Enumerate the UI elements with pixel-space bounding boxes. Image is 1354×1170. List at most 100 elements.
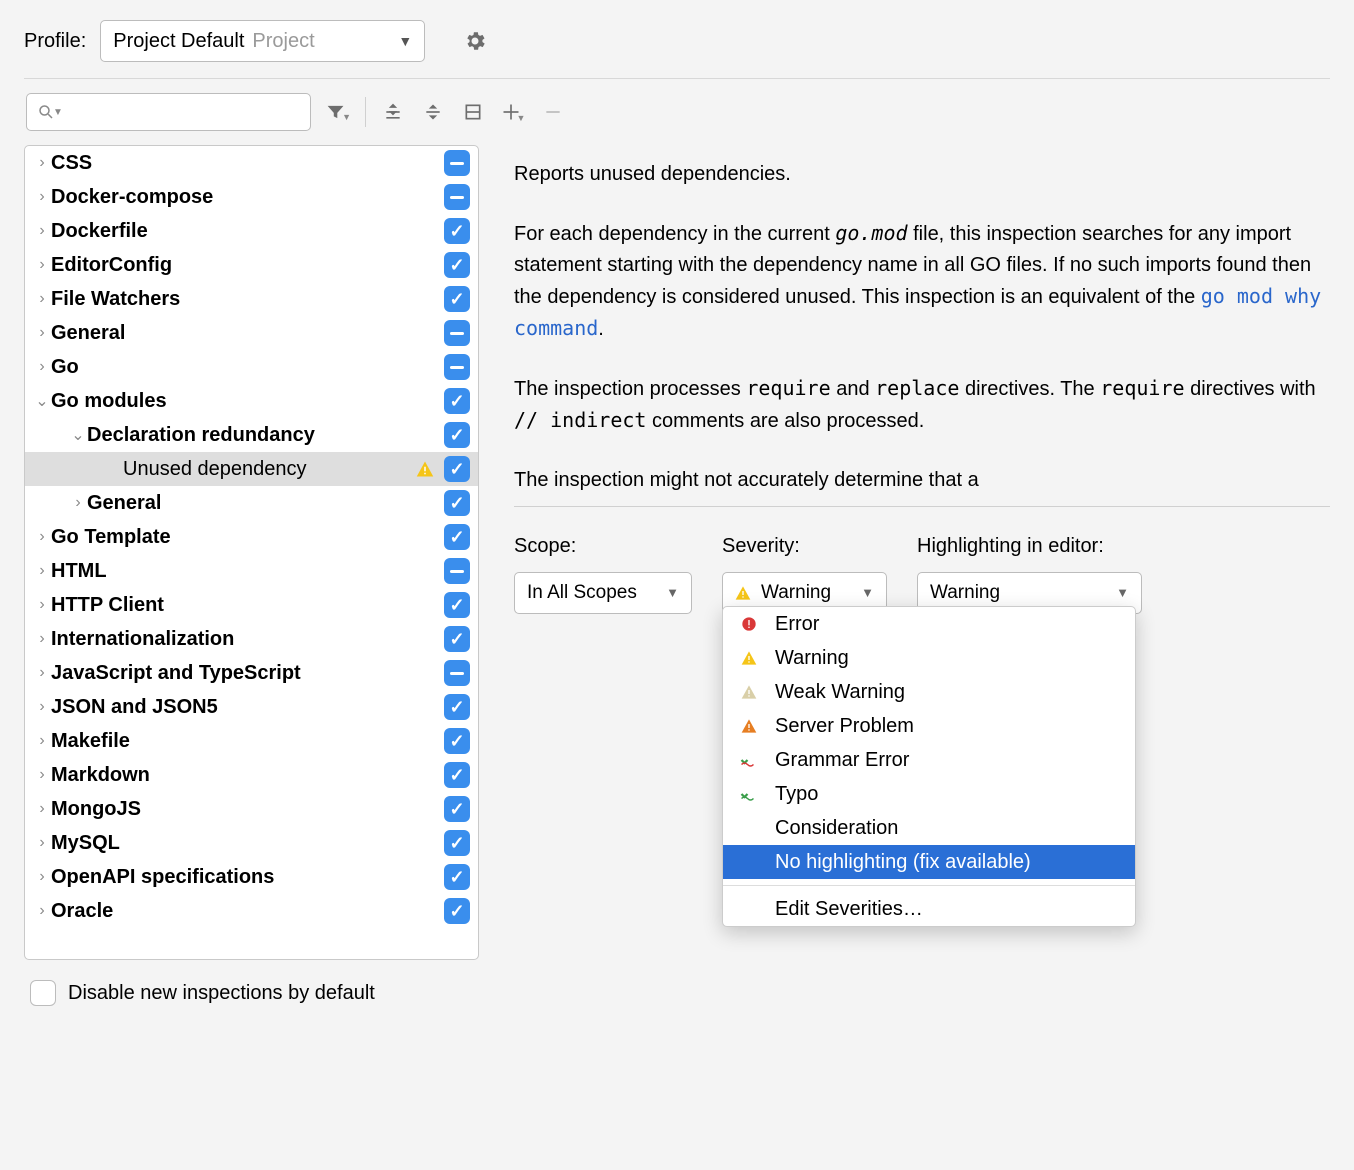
inspection-checkbox[interactable] <box>444 286 470 312</box>
expand-all-button[interactable] <box>380 99 406 125</box>
settings-gear-button[interactable] <box>457 23 493 59</box>
warning-icon <box>416 460 434 478</box>
chevron-right-icon: › <box>33 766 51 784</box>
inspection-checkbox[interactable] <box>444 558 470 584</box>
severity-option[interactable]: Warning <box>723 641 1135 675</box>
chevron-right-icon: › <box>33 630 51 648</box>
tree-item-label: Docker-compose <box>51 186 444 209</box>
tree-group[interactable]: ›OpenAPI specifications <box>25 860 478 894</box>
chevron-right-icon: › <box>33 732 51 750</box>
profile-scope: Project <box>252 30 398 53</box>
tree-group[interactable]: ›File Watchers <box>25 282 478 316</box>
warning-icon <box>735 585 751 601</box>
inspection-checkbox[interactable] <box>444 762 470 788</box>
profile-dropdown[interactable]: Project Default Project ▼ <box>100 20 425 62</box>
severity-option[interactable]: Grammar Error <box>723 743 1135 777</box>
search-input[interactable]: ▼ <box>26 93 311 131</box>
inspection-checkbox[interactable] <box>444 796 470 822</box>
chevron-right-icon: › <box>33 562 51 580</box>
tree-item-label: General <box>51 322 444 345</box>
tree-group[interactable]: ⌄Declaration redundancy <box>25 418 478 452</box>
tree-item-label: Declaration redundancy <box>87 424 444 447</box>
severity-option[interactable]: Server Problem <box>723 709 1135 743</box>
option-label: Consideration <box>775 813 898 844</box>
severity-option[interactable]: Consideration <box>723 811 1135 845</box>
remove-button[interactable] <box>540 99 566 125</box>
tree-group[interactable]: ›General <box>25 316 478 350</box>
chevron-right-icon: › <box>33 324 51 342</box>
tree-group[interactable]: ›Go Template <box>25 520 478 554</box>
inspection-checkbox[interactable] <box>444 830 470 856</box>
inspection-checkbox[interactable] <box>444 184 470 210</box>
tree-group[interactable]: ›HTML <box>25 554 478 588</box>
chevron-right-icon: › <box>33 868 51 886</box>
add-button[interactable]: ▼ <box>500 99 526 125</box>
tree-item-label: HTML <box>51 560 444 583</box>
inspection-checkbox[interactable] <box>444 728 470 754</box>
chevron-right-icon: › <box>33 834 51 852</box>
error-icon <box>739 616 759 632</box>
disable-new-checkbox[interactable] <box>30 980 56 1006</box>
inspection-description: Reports unused dependencies. For each de… <box>514 159 1330 496</box>
tree-item-label: File Watchers <box>51 288 444 311</box>
tree-group[interactable]: ›JavaScript and TypeScript <box>25 656 478 690</box>
inspection-checkbox[interactable] <box>444 252 470 278</box>
scope-dropdown[interactable]: In All Scopes ▼ <box>514 572 692 614</box>
inspection-checkbox[interactable] <box>444 218 470 244</box>
severity-option[interactable]: Weak Warning <box>723 675 1135 709</box>
tree-group[interactable]: ›JSON and JSON5 <box>25 690 478 724</box>
tree-group[interactable]: ›EditorConfig <box>25 248 478 282</box>
tree-group[interactable]: ›Markdown <box>25 758 478 792</box>
chevron-right-icon: › <box>33 596 51 614</box>
inspection-checkbox[interactable] <box>444 898 470 924</box>
severity-label: Severity: <box>722 531 887 562</box>
inspection-checkbox[interactable] <box>444 660 470 686</box>
tree-leaf[interactable]: Unused dependency <box>25 452 478 486</box>
inspection-checkbox[interactable] <box>444 864 470 890</box>
chevron-right-icon: › <box>33 256 51 274</box>
inspection-checkbox[interactable] <box>444 456 470 482</box>
severity-option[interactable]: Typo <box>723 777 1135 811</box>
reset-button[interactable] <box>460 99 486 125</box>
severity-option[interactable]: No highlighting (fix available) <box>723 845 1135 879</box>
inspection-checkbox[interactable] <box>444 524 470 550</box>
tree-group[interactable]: ›Dockerfile <box>25 214 478 248</box>
tree-item-label: Go Template <box>51 526 444 549</box>
inspection-checkbox[interactable] <box>444 354 470 380</box>
inspection-checkbox[interactable] <box>444 592 470 618</box>
tree-item-label: Internationalization <box>51 628 444 651</box>
tree-group[interactable]: ›Oracle <box>25 894 478 928</box>
inspection-checkbox[interactable] <box>444 320 470 346</box>
tree-group[interactable]: ›HTTP Client <box>25 588 478 622</box>
tree-group[interactable]: ⌄Go modules <box>25 384 478 418</box>
inspection-checkbox[interactable] <box>444 694 470 720</box>
chevron-right-icon: › <box>33 698 51 716</box>
inspection-checkbox[interactable] <box>444 626 470 652</box>
search-dropdown-icon[interactable]: ▼ <box>53 107 63 118</box>
tree-item-label: Makefile <box>51 730 444 753</box>
severity-option[interactable]: Error <box>723 607 1135 641</box>
gear-icon <box>463 29 487 53</box>
collapse-all-button[interactable] <box>420 99 446 125</box>
highlight-label: Highlighting in editor: <box>917 531 1142 562</box>
tree-group[interactable]: ›Docker-compose <box>25 180 478 214</box>
option-label: Edit Severities… <box>775 894 923 925</box>
severity-menu[interactable]: ErrorWarningWeak WarningServer ProblemGr… <box>722 606 1136 927</box>
tree-group[interactable]: ›MySQL <box>25 826 478 860</box>
tree-group[interactable]: ›MongoJS <box>25 792 478 826</box>
chevron-down-icon: ▼ <box>398 33 412 49</box>
tree-group[interactable]: ›Internationalization <box>25 622 478 656</box>
tree-group[interactable]: ›CSS <box>25 146 478 180</box>
edit-severities-option[interactable]: Edit Severities… <box>723 892 1135 926</box>
option-label: Typo <box>775 779 818 810</box>
inspection-tree[interactable]: ›CSS›Docker-compose›Dockerfile›EditorCon… <box>24 145 479 960</box>
tree-group[interactable]: ›Go <box>25 350 478 384</box>
tree-group[interactable]: ›General <box>25 486 478 520</box>
inspection-checkbox[interactable] <box>444 150 470 176</box>
inspection-checkbox[interactable] <box>444 422 470 448</box>
tree-group[interactable]: ›Makefile <box>25 724 478 758</box>
chevron-right-icon: › <box>33 154 51 172</box>
filter-button[interactable]: ▼ <box>325 99 351 125</box>
inspection-checkbox[interactable] <box>444 490 470 516</box>
inspection-checkbox[interactable] <box>444 388 470 414</box>
